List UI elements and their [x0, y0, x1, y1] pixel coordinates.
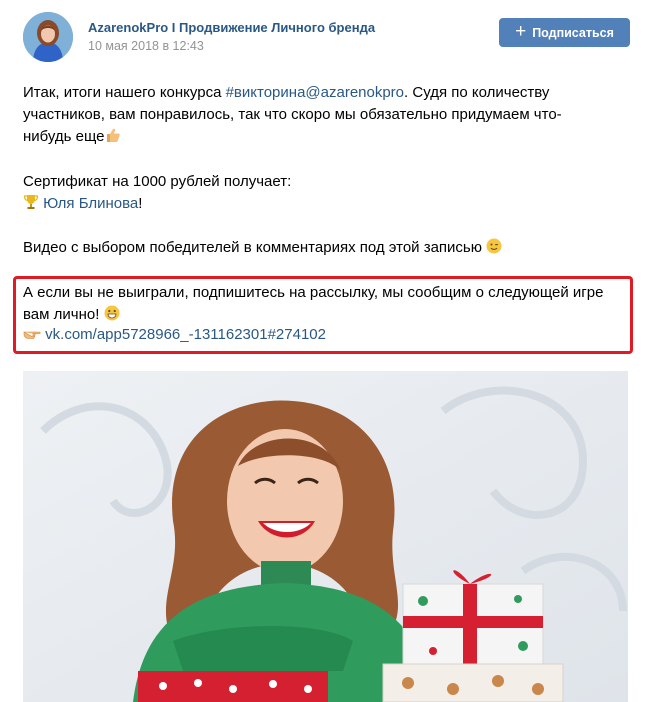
avatar[interactable] [23, 12, 73, 62]
newsletter-link[interactable]: vk.com/app5728966_-131162301#274102 [45, 326, 326, 343]
post-text-line-1: Итак, итоги нашего конкурса #викторина@a… [23, 82, 549, 105]
plus-icon: + [515, 21, 527, 42]
post-date[interactable]: 10 мая 2018 в 12:43 [88, 39, 204, 53]
post-text-line-3: нибудь еще [23, 126, 121, 151]
pointing-hand-icon [23, 326, 41, 349]
certificate-text: Сертификат на 1000 рублей получает: [23, 173, 292, 190]
text-segment: Итак, итоги нашего конкурса [23, 84, 226, 101]
winner-name-link[interactable]: Юля Блинова [43, 195, 138, 212]
text-segment: вам лично! [23, 306, 100, 323]
text-segment: Видео с выбором победителей в комментари… [23, 239, 482, 256]
post-photo[interactable] [23, 371, 628, 702]
thumbs-up-icon [105, 127, 121, 151]
author-name[interactable]: AzarenokPro I Продвижение Личного бренда [88, 20, 375, 35]
video-text-line: Видео с выбором победителей в комментари… [23, 237, 502, 262]
winner-line: Юля Блинова! [23, 193, 142, 218]
subscribe-button[interactable]: + Подписаться [499, 18, 630, 47]
highlight-link-line: vk.com/app5728966_-131162301#274102 [23, 324, 326, 349]
text-segment: . Судя по количеству [404, 84, 550, 101]
post-card: AzarenokPro I Продвижение Личного бренда… [0, 0, 649, 702]
text-segment: нибудь еще [23, 128, 105, 145]
post-text-line-2: участников, вам понравилось, так что ско… [23, 106, 562, 123]
photo-illustration [23, 371, 628, 702]
hashtag-link[interactable]: #викторина@azarenokpro [226, 84, 404, 101]
winking-face-icon [486, 238, 502, 262]
subscribe-label: Подписаться [532, 25, 614, 40]
highlight-line-1: А если вы не выиграли, подпишитесь на ра… [23, 284, 604, 301]
trophy-icon [23, 194, 39, 218]
text-segment: ! [138, 195, 143, 212]
